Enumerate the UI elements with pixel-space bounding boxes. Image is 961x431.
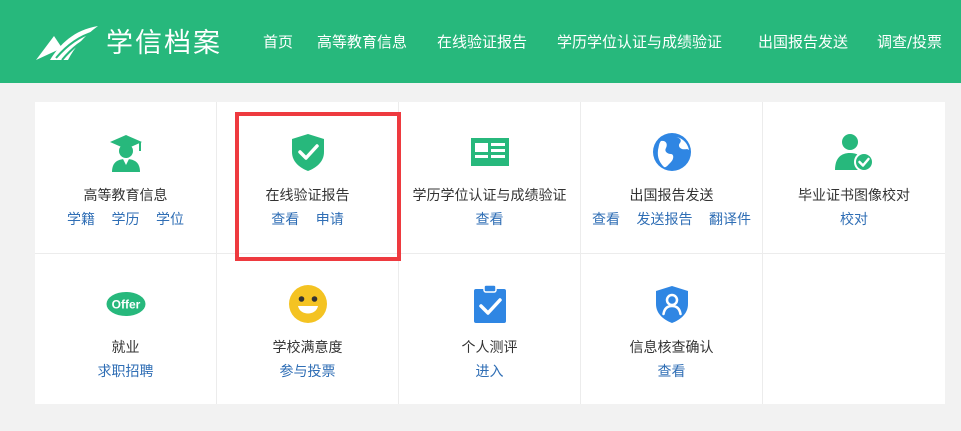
- nav-online-verification-report[interactable]: 在线验证报告: [437, 30, 527, 54]
- service-grid: 高等教育信息 学籍 学历 学位 在线验证报告 查看 申请 学历学位认证与成绩验证: [35, 102, 945, 404]
- smiley-icon[interactable]: [288, 284, 328, 324]
- offer-badge-icon[interactable]: Offer: [106, 284, 146, 324]
- tile-links: 求职招聘: [35, 362, 216, 382]
- link-job-search[interactable]: 求职招聘: [98, 364, 154, 380]
- link-view-verification[interactable]: 查看: [658, 364, 686, 380]
- nav-overseas-report[interactable]: 出国报告发送: [758, 30, 848, 54]
- user-check-icon[interactable]: [834, 132, 874, 172]
- tile-links: 校对: [763, 210, 945, 230]
- tile-title: 学历学位认证与成绩验证: [412, 188, 567, 204]
- tile-links: 查看: [399, 210, 580, 230]
- link-translation[interactable]: 翻译件: [709, 212, 751, 228]
- tile-degree-certification: 学历学位认证与成绩验证 查看: [399, 102, 581, 254]
- tile-higher-education-info: 高等教育信息 学籍 学历 学位: [35, 102, 217, 254]
- tile-links: 参与投票: [217, 362, 398, 382]
- tile-title: 就业: [111, 340, 140, 356]
- link-send-report[interactable]: 发送报告: [637, 212, 693, 228]
- tile-info-verification: 信息核查确认 查看: [581, 254, 763, 404]
- tile-links: 查看 发送报告 翻译件: [581, 210, 762, 230]
- tile-links: 查看: [581, 362, 762, 382]
- tile-title: 学校满意度: [272, 340, 343, 356]
- nav-higher-education-info[interactable]: 高等教育信息: [317, 30, 407, 54]
- link-view-overseas[interactable]: 查看: [592, 212, 620, 228]
- link-enter-assessment[interactable]: 进入: [476, 364, 504, 380]
- shield-user-icon[interactable]: [652, 284, 692, 324]
- tile-empty: [763, 254, 945, 404]
- tile-title: 毕业证书图像校对: [798, 188, 910, 204]
- top-header: 学信档案 首页 高等教育信息 在线验证报告 学历学位认证与成绩验证 出国报告发送…: [0, 0, 961, 83]
- tile-links: 进入: [399, 362, 580, 382]
- tile-links: 学籍 学历 学位: [35, 210, 216, 230]
- tile-title: 个人测评: [461, 340, 518, 356]
- nav-degree-certification[interactable]: 学历学位认证与成绩验证: [557, 30, 722, 54]
- logo-icon[interactable]: [34, 22, 100, 62]
- id-card-icon[interactable]: [470, 132, 510, 172]
- globe-icon[interactable]: [652, 132, 692, 172]
- tile-diploma-image-check: 毕业证书图像校对 校对: [763, 102, 945, 254]
- link-view-certification[interactable]: 查看: [476, 212, 504, 228]
- tile-personal-assessment: 个人测评 进入: [399, 254, 581, 404]
- clipboard-check-icon[interactable]: [470, 284, 510, 324]
- highlight-box: [235, 112, 401, 261]
- link-academic-record[interactable]: 学历: [112, 212, 140, 228]
- tile-employment: Offer 就业 求职招聘: [35, 254, 217, 404]
- graduate-icon[interactable]: [106, 132, 146, 172]
- link-proofread[interactable]: 校对: [840, 212, 868, 228]
- tile-school-satisfaction: 学校满意度 参与投票: [217, 254, 399, 404]
- nav-home[interactable]: 首页: [263, 30, 293, 54]
- tile-title: 出国报告发送: [629, 188, 714, 204]
- link-degree[interactable]: 学位: [156, 212, 184, 228]
- link-student-status[interactable]: 学籍: [67, 212, 95, 228]
- tile-overseas-report: 出国报告发送 查看 发送报告 翻译件: [581, 102, 763, 254]
- offer-badge-text: Offer: [111, 298, 140, 312]
- nav-survey-vote[interactable]: 调查/投票: [877, 30, 942, 54]
- tile-title: 信息核查确认: [629, 340, 714, 356]
- brand-title[interactable]: 学信档案: [106, 24, 222, 64]
- link-participate-vote[interactable]: 参与投票: [280, 364, 336, 380]
- tile-title: 高等教育信息: [83, 188, 168, 204]
